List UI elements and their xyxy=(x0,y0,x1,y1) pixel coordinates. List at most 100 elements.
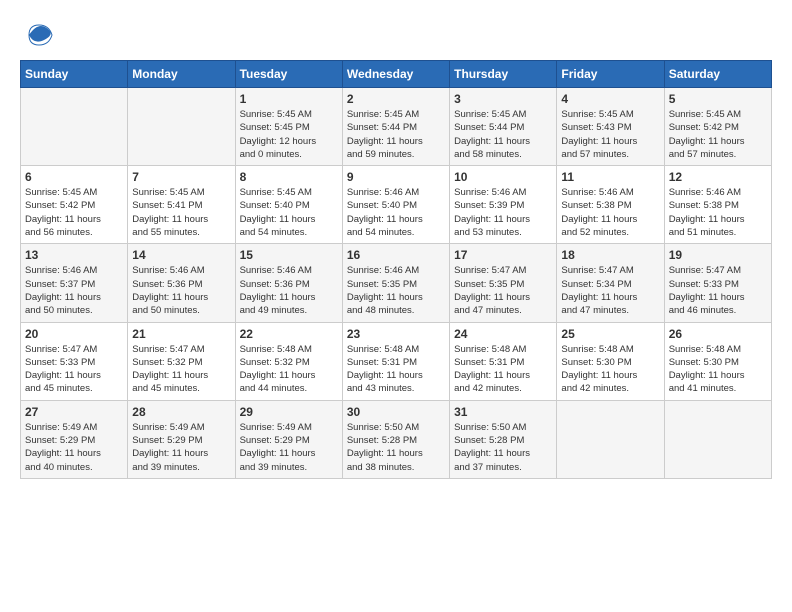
day-info: Sunrise: 5:47 AM Sunset: 5:32 PM Dayligh… xyxy=(132,343,230,396)
calendar-cell: 16 Sunrise: 5:46 AM Sunset: 5:35 PM Dayli… xyxy=(342,244,449,322)
day-info: Sunrise: 5:48 AM Sunset: 5:31 PM Dayligh… xyxy=(347,343,445,396)
day-info: Sunrise: 5:48 AM Sunset: 5:30 PM Dayligh… xyxy=(561,343,659,396)
day-info: Sunrise: 5:50 AM Sunset: 5:28 PM Dayligh… xyxy=(347,421,445,474)
day-info: Sunrise: 5:46 AM Sunset: 5:38 PM Dayligh… xyxy=(561,186,659,239)
header-saturday: Saturday xyxy=(664,61,771,88)
calendar-cell: 24Sunrise: 5:48 AM Sunset: 5:31 PM Dayli… xyxy=(450,322,557,400)
calendar-cell: 12 Sunrise: 5:46 AM Sunset: 5:38 PM Dayli… xyxy=(664,166,771,244)
day-info: Sunrise: 5:46 AM Sunset: 5:39 PM Dayligh… xyxy=(454,186,552,239)
header-thursday: Thursday xyxy=(450,61,557,88)
calendar-cell xyxy=(128,88,235,166)
day-info: Sunrise: 5:49 AM Sunset: 5:29 PM Dayligh… xyxy=(132,421,230,474)
day-info: Sunrise: 5:45 AM Sunset: 5:43 PM Dayligh… xyxy=(561,108,659,161)
day-number: 31 xyxy=(454,405,552,419)
day-info: Sunrise: 5:45 AM Sunset: 5:44 PM Dayligh… xyxy=(454,108,552,161)
calendar-cell: 29 Sunrise: 5:49 AM Sunset: 5:29 PM Dayli… xyxy=(235,400,342,478)
page-container: SundayMondayTuesdayWednesdayThursdayFrid… xyxy=(0,0,792,489)
week-row-1: 6 Sunrise: 5:45 AM Sunset: 5:42 PM Daylig… xyxy=(21,166,772,244)
calendar-cell: 11Sunrise: 5:46 AM Sunset: 5:38 PM Dayli… xyxy=(557,166,664,244)
calendar-cell: 27 Sunrise: 5:49 AM Sunset: 5:29 PM Dayli… xyxy=(21,400,128,478)
day-number: 17 xyxy=(454,248,552,262)
calendar-cell: 19 Sunrise: 5:47 AM Sunset: 5:33 PM Dayli… xyxy=(664,244,771,322)
header-sunday: Sunday xyxy=(21,61,128,88)
header-friday: Friday xyxy=(557,61,664,88)
calendar-cell: 10 Sunrise: 5:46 AM Sunset: 5:39 PM Dayli… xyxy=(450,166,557,244)
header xyxy=(20,20,772,50)
calendar-cell: 21Sunrise: 5:47 AM Sunset: 5:32 PM Dayli… xyxy=(128,322,235,400)
day-number: 8 xyxy=(240,170,338,184)
day-number: 26 xyxy=(669,327,767,341)
day-info: Sunrise: 5:47 AM Sunset: 5:33 PM Dayligh… xyxy=(669,264,767,317)
day-number: 6 xyxy=(25,170,123,184)
calendar-cell: 18 Sunrise: 5:47 AM Sunset: 5:34 PM Dayli… xyxy=(557,244,664,322)
day-info: Sunrise: 5:46 AM Sunset: 5:40 PM Dayligh… xyxy=(347,186,445,239)
header-wednesday: Wednesday xyxy=(342,61,449,88)
calendar-cell: 7Sunrise: 5:45 AM Sunset: 5:41 PM Daylig… xyxy=(128,166,235,244)
header-monday: Monday xyxy=(128,61,235,88)
day-info: Sunrise: 5:46 AM Sunset: 5:36 PM Dayligh… xyxy=(240,264,338,317)
day-number: 9 xyxy=(347,170,445,184)
day-info: Sunrise: 5:45 AM Sunset: 5:42 PM Dayligh… xyxy=(25,186,123,239)
day-info: Sunrise: 5:46 AM Sunset: 5:36 PM Dayligh… xyxy=(132,264,230,317)
day-info: Sunrise: 5:47 AM Sunset: 5:34 PM Dayligh… xyxy=(561,264,659,317)
day-info: Sunrise: 5:45 AM Sunset: 5:42 PM Dayligh… xyxy=(669,108,767,161)
calendar-cell: 30 Sunrise: 5:50 AM Sunset: 5:28 PM Dayli… xyxy=(342,400,449,478)
calendar-cell: 1 Sunrise: 5:45 AM Sunset: 5:45 PM Daylig… xyxy=(235,88,342,166)
day-number: 13 xyxy=(25,248,123,262)
day-info: Sunrise: 5:45 AM Sunset: 5:44 PM Dayligh… xyxy=(347,108,445,161)
week-row-0: 1 Sunrise: 5:45 AM Sunset: 5:45 PM Daylig… xyxy=(21,88,772,166)
calendar-cell: 2 Sunrise: 5:45 AM Sunset: 5:44 PM Daylig… xyxy=(342,88,449,166)
calendar-cell: 25 Sunrise: 5:48 AM Sunset: 5:30 PM Dayli… xyxy=(557,322,664,400)
day-number: 25 xyxy=(561,327,659,341)
calendar-cell xyxy=(664,400,771,478)
calendar-cell xyxy=(21,88,128,166)
calendar-cell: 26Sunrise: 5:48 AM Sunset: 5:30 PM Dayli… xyxy=(664,322,771,400)
day-info: Sunrise: 5:45 AM Sunset: 5:45 PM Dayligh… xyxy=(240,108,338,161)
day-number: 15 xyxy=(240,248,338,262)
day-info: Sunrise: 5:50 AM Sunset: 5:28 PM Dayligh… xyxy=(454,421,552,474)
day-number: 22 xyxy=(240,327,338,341)
day-info: Sunrise: 5:46 AM Sunset: 5:35 PM Dayligh… xyxy=(347,264,445,317)
day-number: 14 xyxy=(132,248,230,262)
day-number: 27 xyxy=(25,405,123,419)
day-number: 1 xyxy=(240,92,338,106)
day-number: 16 xyxy=(347,248,445,262)
day-info: Sunrise: 5:49 AM Sunset: 5:29 PM Dayligh… xyxy=(25,421,123,474)
calendar-cell: 14 Sunrise: 5:46 AM Sunset: 5:36 PM Dayli… xyxy=(128,244,235,322)
day-info: Sunrise: 5:48 AM Sunset: 5:31 PM Dayligh… xyxy=(454,343,552,396)
day-number: 19 xyxy=(669,248,767,262)
calendar-cell: 4 Sunrise: 5:45 AM Sunset: 5:43 PM Daylig… xyxy=(557,88,664,166)
day-number: 12 xyxy=(669,170,767,184)
calendar-cell: 3Sunrise: 5:45 AM Sunset: 5:44 PM Daylig… xyxy=(450,88,557,166)
calendar-cell: 20Sunrise: 5:47 AM Sunset: 5:33 PM Dayli… xyxy=(21,322,128,400)
day-number: 7 xyxy=(132,170,230,184)
week-row-3: 20Sunrise: 5:47 AM Sunset: 5:33 PM Dayli… xyxy=(21,322,772,400)
day-info: Sunrise: 5:46 AM Sunset: 5:37 PM Dayligh… xyxy=(25,264,123,317)
day-number: 2 xyxy=(347,92,445,106)
day-number: 18 xyxy=(561,248,659,262)
day-number: 5 xyxy=(669,92,767,106)
day-number: 4 xyxy=(561,92,659,106)
day-number: 30 xyxy=(347,405,445,419)
day-info: Sunrise: 5:46 AM Sunset: 5:38 PM Dayligh… xyxy=(669,186,767,239)
day-number: 10 xyxy=(454,170,552,184)
calendar-cell: 5 Sunrise: 5:45 AM Sunset: 5:42 PM Daylig… xyxy=(664,88,771,166)
week-row-4: 27 Sunrise: 5:49 AM Sunset: 5:29 PM Dayli… xyxy=(21,400,772,478)
calendar-header-row: SundayMondayTuesdayWednesdayThursdayFrid… xyxy=(21,61,772,88)
calendar-cell: 23 Sunrise: 5:48 AM Sunset: 5:31 PM Dayli… xyxy=(342,322,449,400)
day-info: Sunrise: 5:47 AM Sunset: 5:35 PM Dayligh… xyxy=(454,264,552,317)
calendar: SundayMondayTuesdayWednesdayThursdayFrid… xyxy=(20,60,772,479)
calendar-cell: 28Sunrise: 5:49 AM Sunset: 5:29 PM Dayli… xyxy=(128,400,235,478)
header-tuesday: Tuesday xyxy=(235,61,342,88)
day-number: 23 xyxy=(347,327,445,341)
calendar-cell: 15 Sunrise: 5:46 AM Sunset: 5:36 PM Dayli… xyxy=(235,244,342,322)
calendar-cell: 8 Sunrise: 5:45 AM Sunset: 5:40 PM Daylig… xyxy=(235,166,342,244)
calendar-cell: 6 Sunrise: 5:45 AM Sunset: 5:42 PM Daylig… xyxy=(21,166,128,244)
day-info: Sunrise: 5:48 AM Sunset: 5:32 PM Dayligh… xyxy=(240,343,338,396)
day-info: Sunrise: 5:45 AM Sunset: 5:40 PM Dayligh… xyxy=(240,186,338,239)
logo xyxy=(20,20,54,50)
calendar-cell: 17 Sunrise: 5:47 AM Sunset: 5:35 PM Dayli… xyxy=(450,244,557,322)
day-info: Sunrise: 5:49 AM Sunset: 5:29 PM Dayligh… xyxy=(240,421,338,474)
day-number: 29 xyxy=(240,405,338,419)
calendar-cell: 13 Sunrise: 5:46 AM Sunset: 5:37 PM Dayli… xyxy=(21,244,128,322)
